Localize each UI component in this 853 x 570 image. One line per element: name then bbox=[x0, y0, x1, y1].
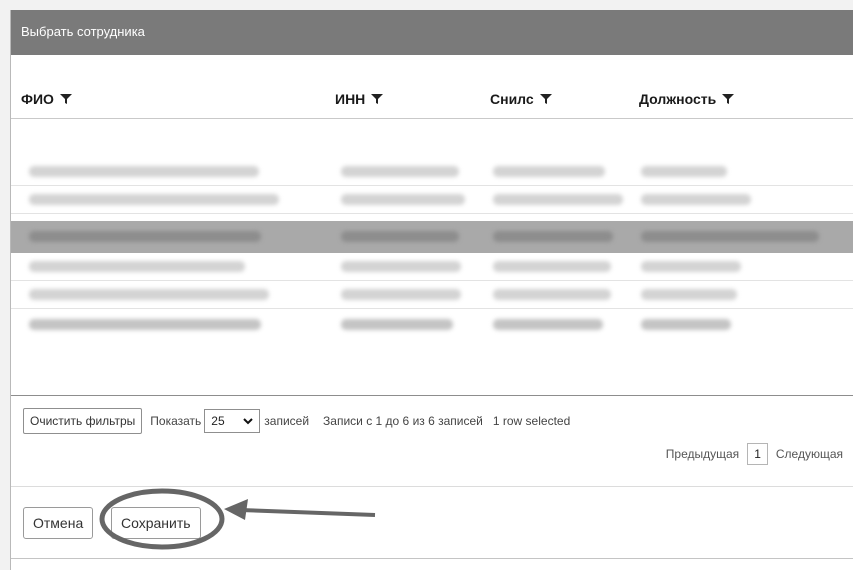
table-row[interactable] bbox=[11, 253, 853, 281]
filter-icon[interactable] bbox=[59, 93, 72, 105]
table-row[interactable] bbox=[11, 311, 853, 339]
table-cell bbox=[493, 289, 611, 300]
dialog-title: Выбрать сотрудника bbox=[11, 10, 853, 55]
table-cell bbox=[341, 319, 453, 330]
next-page-link[interactable]: Следующая bbox=[776, 447, 843, 461]
column-label: Должность bbox=[639, 91, 717, 107]
chevron-down-icon bbox=[243, 418, 253, 425]
table-cell bbox=[29, 194, 279, 205]
table-cell bbox=[493, 166, 605, 177]
table-cell bbox=[341, 261, 461, 272]
records-label: записей bbox=[264, 414, 310, 428]
page-size-value: 25 bbox=[211, 414, 225, 428]
table-row-selected[interactable] bbox=[11, 221, 853, 253]
table-cell bbox=[641, 261, 741, 272]
table-cell bbox=[341, 166, 459, 177]
column-label: Снилс bbox=[490, 91, 534, 107]
pagination: Предыдущая 1 Следующая bbox=[666, 443, 843, 465]
table-cell bbox=[641, 231, 819, 242]
table-bottom-divider bbox=[11, 395, 853, 396]
filter-icon[interactable] bbox=[722, 93, 735, 105]
table-cell bbox=[341, 194, 465, 205]
page-size-select[interactable]: 25 bbox=[204, 409, 261, 433]
table-cell bbox=[641, 166, 727, 177]
table-cell bbox=[641, 194, 751, 205]
table-cell bbox=[29, 231, 261, 242]
footer-divider bbox=[11, 486, 853, 487]
cancel-button[interactable]: Отмена bbox=[23, 507, 94, 539]
show-label: Показать bbox=[150, 414, 202, 428]
prev-page-link[interactable]: Предыдущая bbox=[666, 447, 739, 461]
column-label: ФИО bbox=[21, 91, 54, 107]
table-cell bbox=[493, 231, 613, 242]
table-cell bbox=[341, 289, 461, 300]
column-header-snils[interactable]: Снилс bbox=[490, 91, 552, 107]
table-cell bbox=[493, 319, 603, 330]
table-cell bbox=[493, 194, 623, 205]
header-divider bbox=[11, 118, 853, 119]
filter-icon[interactable] bbox=[371, 93, 384, 105]
page-1-button[interactable]: 1 bbox=[747, 443, 768, 465]
table-row[interactable] bbox=[11, 186, 853, 214]
table-cell bbox=[29, 166, 259, 177]
table-cell bbox=[29, 319, 261, 330]
table-controls: Очистить фильтры Показать 25 записей Зап… bbox=[23, 408, 570, 434]
row-divider bbox=[11, 213, 853, 214]
column-header-fio[interactable]: ФИО bbox=[21, 91, 72, 107]
table-cell bbox=[641, 319, 731, 330]
table-cell bbox=[29, 261, 245, 272]
column-header-position[interactable]: Должность bbox=[639, 91, 735, 107]
row-divider bbox=[11, 308, 853, 309]
dialog-bottom-divider bbox=[11, 558, 853, 559]
save-button[interactable]: Сохранить bbox=[111, 507, 201, 539]
table-cell bbox=[341, 231, 459, 242]
column-label: ИНН bbox=[335, 91, 366, 107]
records-info: Записи с 1 до 6 из 6 записей bbox=[323, 414, 483, 428]
selection-info: 1 row selected bbox=[492, 414, 571, 428]
table-cell bbox=[493, 261, 611, 272]
column-header-inn[interactable]: ИНН bbox=[335, 91, 384, 107]
table-cell bbox=[29, 289, 269, 300]
filter-icon[interactable] bbox=[539, 93, 552, 105]
select-employee-dialog: Выбрать сотрудника ФИО ИНН Снилс Должнос… bbox=[10, 10, 853, 570]
table-cell bbox=[641, 289, 737, 300]
table-row[interactable] bbox=[11, 158, 853, 186]
clear-filters-button[interactable]: Очистить фильтры bbox=[23, 408, 143, 434]
table-row[interactable] bbox=[11, 281, 853, 309]
employee-table: ФИО ИНН Снилс Должность bbox=[11, 55, 853, 395]
